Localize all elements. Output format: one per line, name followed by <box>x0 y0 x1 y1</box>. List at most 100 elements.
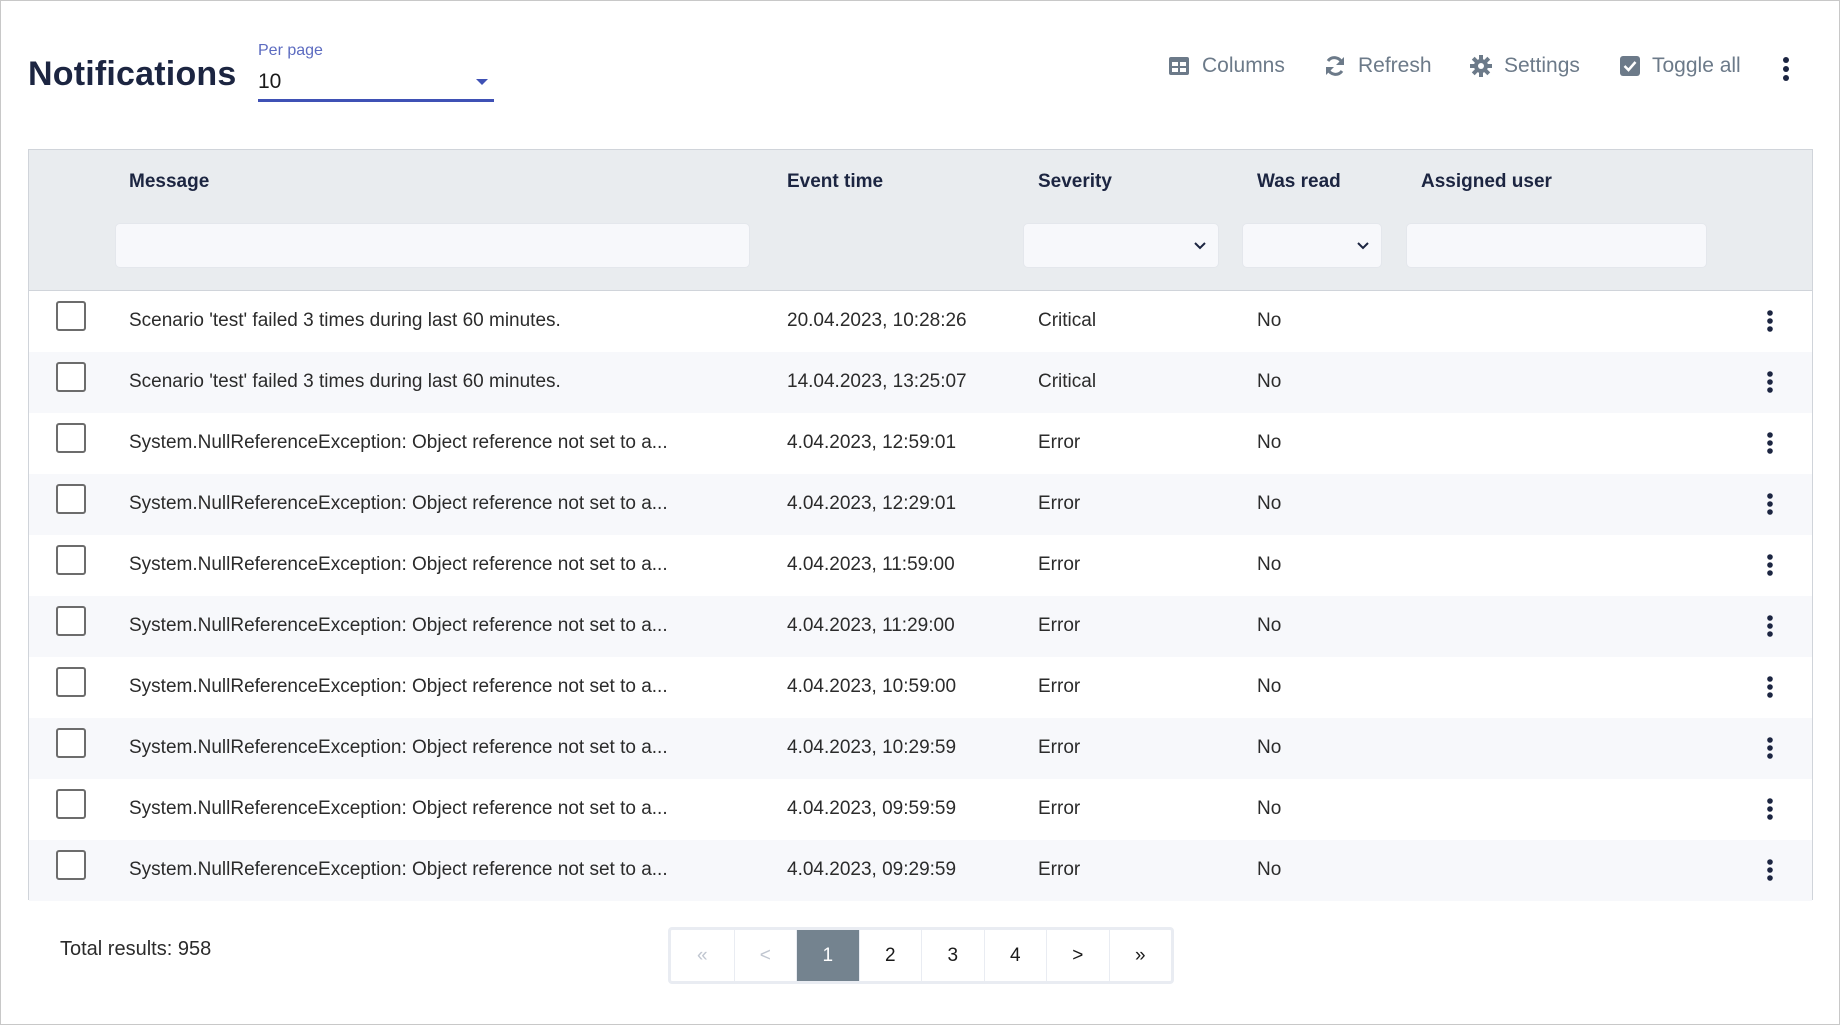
row-checkbox[interactable] <box>56 545 86 575</box>
notifications-table: Message Event time Severity Was read Ass… <box>28 149 1813 901</box>
table-row[interactable]: System.NullReferenceException: Object re… <box>29 596 1812 657</box>
page-1-button[interactable]: 1 <box>796 930 859 981</box>
cell-message: System.NullReferenceException: Object re… <box>129 737 668 758</box>
table-header: Message Event time Severity Was read Ass… <box>29 150 1812 291</box>
table-row[interactable]: System.NullReferenceException: Object re… <box>29 535 1812 596</box>
column-header-severity[interactable]: Severity <box>1038 171 1112 193</box>
page-4-button[interactable]: 4 <box>983 930 1047 981</box>
cell-was-read: No <box>1257 737 1282 758</box>
next-page-button[interactable]: > <box>1046 930 1109 981</box>
per-page-select[interactable]: Per page 10 <box>258 40 494 102</box>
cell-event-time: 4.04.2023, 10:29:59 <box>787 737 957 758</box>
toggle-all-button[interactable]: Toggle all <box>1620 54 1741 78</box>
cell-severity: Error <box>1038 737 1081 758</box>
row-actions-button[interactable] <box>1763 370 1777 394</box>
column-header-event-time[interactable]: Event time <box>787 171 883 193</box>
table-row[interactable]: System.NullReferenceException: Object re… <box>29 657 1812 718</box>
cell-was-read: No <box>1257 859 1282 880</box>
cell-severity: Error <box>1038 859 1081 880</box>
cell-was-read: No <box>1257 371 1282 392</box>
row-actions-button[interactable] <box>1763 309 1777 333</box>
row-checkbox[interactable] <box>56 606 86 636</box>
row-actions-button[interactable] <box>1763 614 1777 638</box>
table-row[interactable]: System.NullReferenceException: Object re… <box>29 840 1812 901</box>
chevron-down-icon <box>1355 237 1371 253</box>
cell-severity: Error <box>1038 676 1081 697</box>
row-actions-button[interactable] <box>1763 431 1777 455</box>
row-checkbox[interactable] <box>56 789 86 819</box>
cell-event-time: 4.04.2023, 11:29:00 <box>787 615 955 636</box>
page-title: Notifications <box>28 55 237 93</box>
row-actions-button[interactable] <box>1763 736 1777 760</box>
column-header-message[interactable]: Message <box>129 171 209 193</box>
was-read-filter-select[interactable] <box>1242 223 1382 268</box>
page-2-button[interactable]: 2 <box>858 930 922 981</box>
cell-was-read: No <box>1257 310 1282 331</box>
message-filter-input[interactable] <box>115 223 750 268</box>
table-columns-icon <box>1168 56 1190 76</box>
table-row[interactable]: System.NullReferenceException: Object re… <box>29 474 1812 535</box>
cell-message: System.NullReferenceException: Object re… <box>129 798 668 819</box>
row-checkbox[interactable] <box>56 423 86 453</box>
more-options-button[interactable] <box>1778 56 1794 82</box>
row-actions-button[interactable] <box>1763 797 1777 821</box>
gear-icon <box>1470 55 1492 77</box>
cell-message: System.NullReferenceException: Object re… <box>129 859 668 880</box>
cell-event-time: 20.04.2023, 10:28:26 <box>787 310 967 331</box>
row-checkbox[interactable] <box>56 728 86 758</box>
table-row[interactable]: System.NullReferenceException: Object re… <box>29 413 1812 474</box>
cell-message: System.NullReferenceException: Object re… <box>129 676 668 697</box>
row-actions-button[interactable] <box>1763 553 1777 577</box>
last-page-button[interactable]: » <box>1108 930 1172 981</box>
vertical-ellipsis-icon <box>1763 554 1777 581</box>
dropdown-arrow-icon <box>476 79 488 85</box>
vertical-ellipsis-icon <box>1763 676 1777 703</box>
row-actions-button[interactable] <box>1763 858 1777 882</box>
cell-message: System.NullReferenceException: Object re… <box>129 493 668 514</box>
cell-severity: Error <box>1038 798 1081 819</box>
cell-severity: Critical <box>1038 371 1097 392</box>
cell-severity: Critical <box>1038 310 1097 331</box>
cell-severity: Error <box>1038 554 1081 575</box>
assigned-user-filter-input[interactable] <box>1406 223 1707 268</box>
columns-button[interactable]: Columns <box>1168 54 1285 78</box>
vertical-ellipsis-icon <box>1763 798 1777 825</box>
row-checkbox[interactable] <box>56 484 86 514</box>
total-results: Total results: 958 <box>60 938 212 960</box>
column-header-was-read[interactable]: Was read <box>1257 171 1341 193</box>
row-checkbox[interactable] <box>56 301 86 331</box>
vertical-ellipsis-icon <box>1763 859 1777 886</box>
cell-was-read: No <box>1257 554 1282 575</box>
cell-event-time: 4.04.2023, 12:59:01 <box>787 432 957 453</box>
cell-was-read: No <box>1257 615 1282 636</box>
cell-severity: Error <box>1038 493 1081 514</box>
table-row[interactable]: Scenario 'test' failed 3 times during la… <box>29 291 1812 352</box>
page-3-button[interactable]: 3 <box>921 930 984 981</box>
vertical-ellipsis-icon <box>1778 57 1794 86</box>
vertical-ellipsis-icon <box>1763 432 1777 459</box>
severity-filter-select[interactable] <box>1023 223 1219 268</box>
cell-message: System.NullReferenceException: Object re… <box>129 554 668 575</box>
cell-was-read: No <box>1257 493 1282 514</box>
table-row[interactable]: Scenario 'test' failed 3 times during la… <box>29 352 1812 413</box>
first-page-button[interactable]: « <box>671 930 734 981</box>
row-checkbox[interactable] <box>56 362 86 392</box>
table-row[interactable]: System.NullReferenceException: Object re… <box>29 779 1812 840</box>
table-row[interactable]: System.NullReferenceException: Object re… <box>29 718 1812 779</box>
vertical-ellipsis-icon <box>1763 493 1777 520</box>
row-actions-button[interactable] <box>1763 675 1777 699</box>
refresh-button[interactable]: Refresh <box>1324 54 1432 78</box>
settings-button[interactable]: Settings <box>1470 54 1580 78</box>
vertical-ellipsis-icon <box>1763 371 1777 398</box>
row-checkbox[interactable] <box>56 667 86 697</box>
cell-event-time: 4.04.2023, 09:29:59 <box>787 859 957 880</box>
checkbox-checked-icon <box>1620 56 1640 76</box>
column-header-assigned-user[interactable]: Assigned user <box>1421 171 1552 193</box>
row-actions-button[interactable] <box>1763 492 1777 516</box>
vertical-ellipsis-icon <box>1763 737 1777 764</box>
cell-was-read: No <box>1257 798 1282 819</box>
previous-page-button[interactable]: < <box>733 930 797 981</box>
cell-event-time: 4.04.2023, 11:59:00 <box>787 554 955 575</box>
row-checkbox[interactable] <box>56 850 86 880</box>
pagination: « < 1 2 3 4 > » <box>668 927 1174 984</box>
